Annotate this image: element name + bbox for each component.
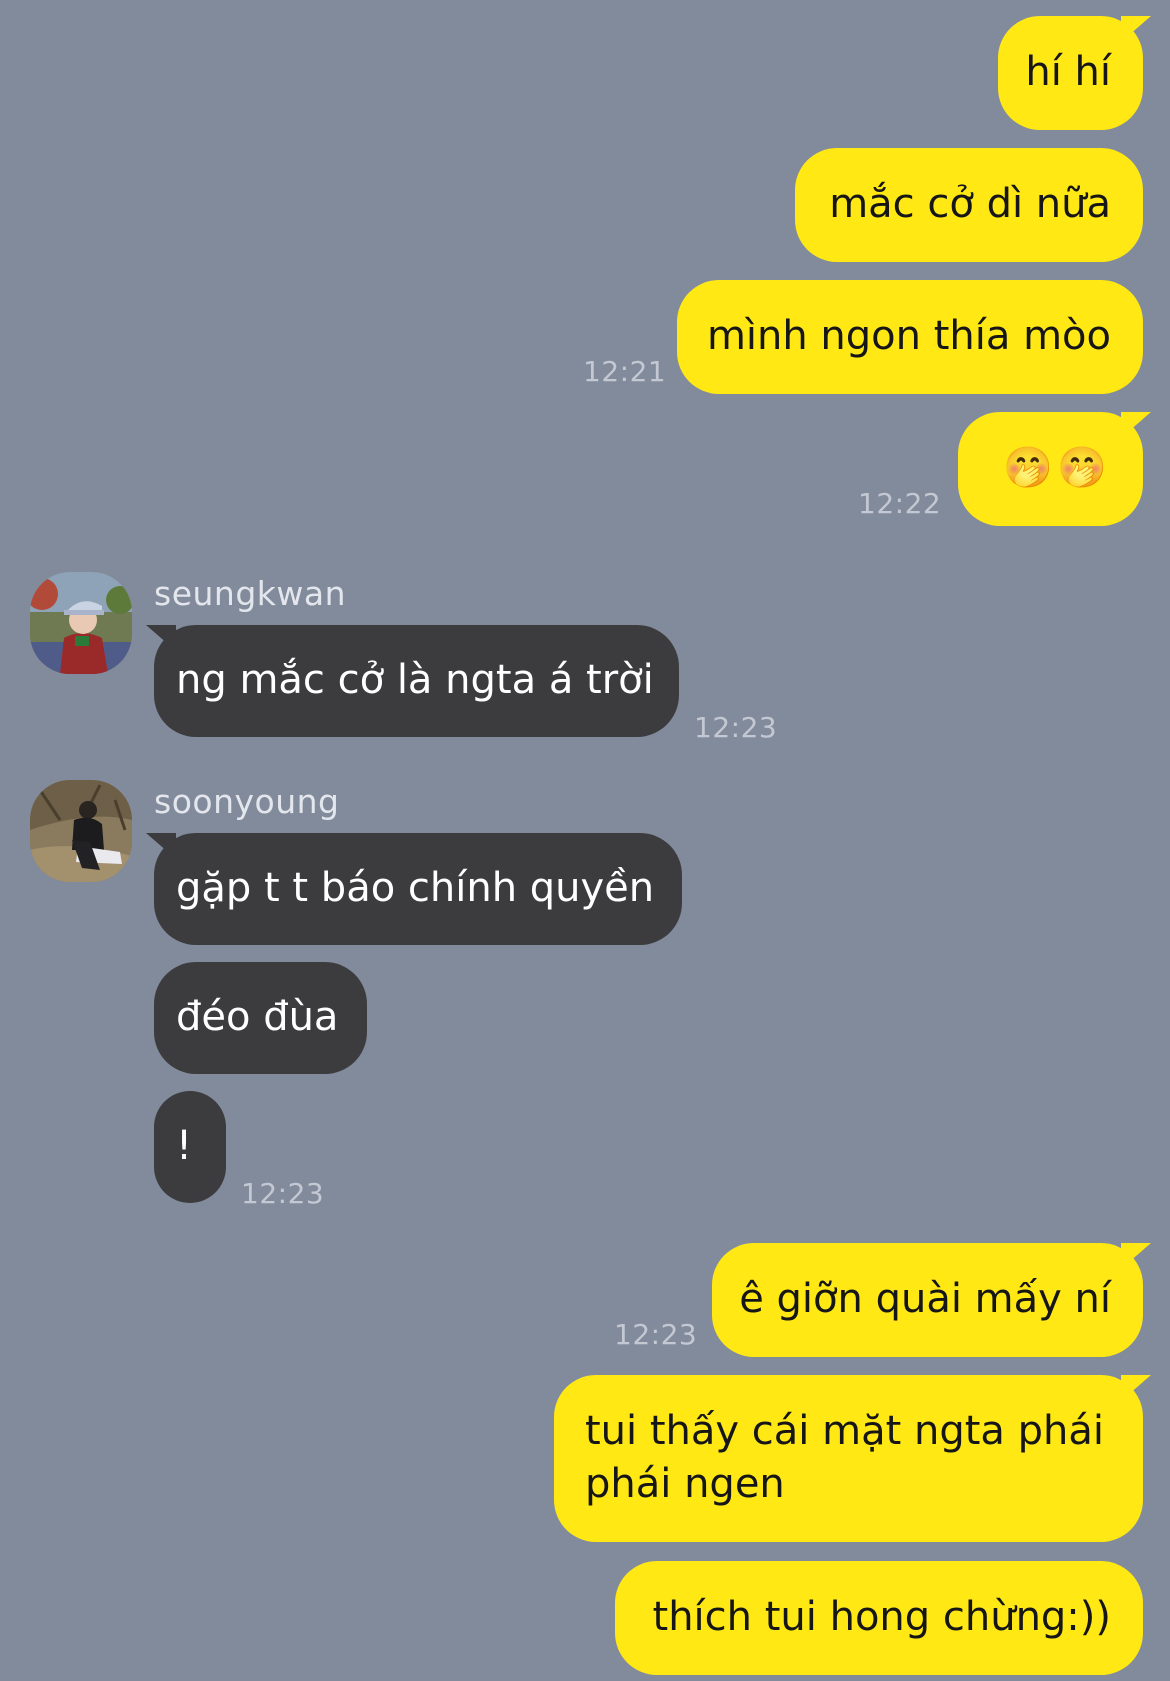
message-text: hí hí (1025, 49, 1111, 95)
message-text: ! (176, 1123, 193, 1169)
message-text: thích tui hong chừng:)) (652, 1594, 1111, 1640)
incoming-message[interactable]: ! (154, 1091, 226, 1203)
message-text: 🤭🤭 (1003, 445, 1111, 491)
message-timestamp: 12:22 (858, 487, 942, 520)
message-text: gặp t t báo chính quyền (176, 865, 655, 911)
bubble-tail (146, 833, 176, 859)
message-text: ng mắc cở là ngta á trời (176, 657, 654, 703)
message-timestamp: 12:23 (614, 1318, 698, 1351)
bubble-tail (1121, 1243, 1151, 1269)
message-timestamp: 12:23 (694, 711, 778, 744)
outgoing-message[interactable]: tui thấy cái mặt ngta phái phái ngen (554, 1375, 1151, 1542)
message-timestamp: 12:21 (583, 355, 667, 388)
bubble-tail (1121, 412, 1151, 438)
outgoing-message[interactable]: 🤭🤭 (958, 412, 1151, 526)
incoming-message[interactable]: đéo đùa (154, 962, 367, 1074)
bubble-tail (146, 625, 176, 651)
outgoing-message[interactable]: hí hí (998, 16, 1151, 130)
sender-name: soonyoung (154, 782, 340, 821)
chat-thread[interactable]: hí hí mắc cở dì nữa 12:21 mình ngon thía… (0, 0, 1170, 1681)
message-text: ê giỡn quài mấy ní (739, 1276, 1111, 1322)
message-text: mắc cở dì nữa (829, 181, 1111, 227)
message-text-line: phái ngen (585, 1461, 785, 1507)
outgoing-message[interactable]: mình ngon thía mòo (677, 280, 1143, 394)
outgoing-message[interactable]: ê giỡn quài mấy ní (712, 1243, 1151, 1357)
avatar[interactable] (30, 780, 132, 882)
avatar-photo (30, 572, 132, 674)
message-text: đéo đùa (176, 994, 339, 1040)
outgoing-message[interactable]: thích tui hong chừng:)) (615, 1561, 1143, 1675)
message-text-line: tui thấy cái mặt ngta phái (585, 1408, 1105, 1454)
avatar[interactable] (30, 572, 132, 674)
outgoing-message[interactable]: mắc cở dì nữa (795, 148, 1143, 262)
bubble-tail (1121, 16, 1151, 42)
incoming-message[interactable]: gặp t t báo chính quyền (146, 833, 682, 945)
message-timestamp: 12:23 (241, 1177, 325, 1210)
message-text: mình ngon thía mòo (706, 313, 1111, 359)
avatar-photo (30, 780, 132, 882)
incoming-message[interactable]: ng mắc cở là ngta á trời (146, 625, 679, 737)
bubble-tail (1121, 1375, 1151, 1401)
sender-name: seungkwan (154, 574, 347, 613)
